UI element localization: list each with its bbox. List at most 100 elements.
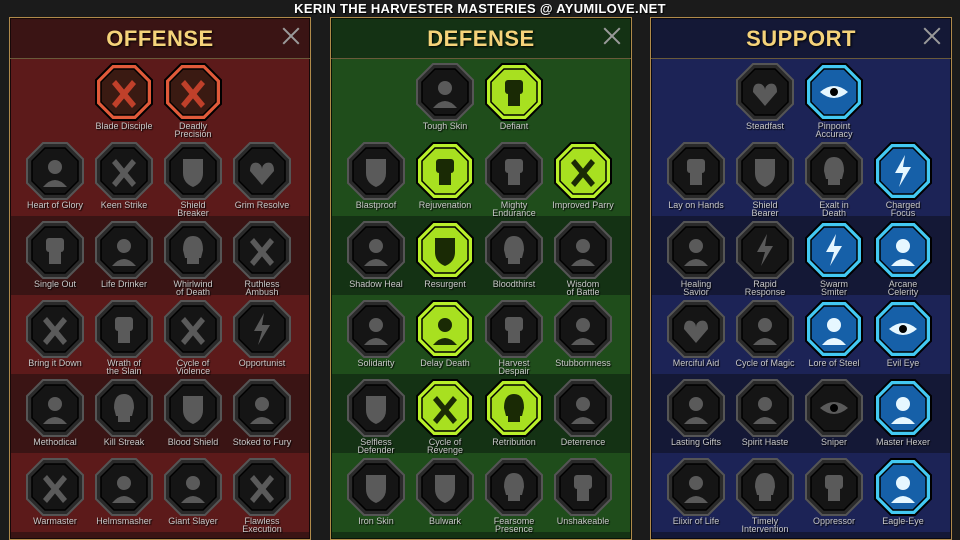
mastery-label: Wisdom of Battle [566,279,600,297]
mastery-node[interactable]: Arcane Celerity [870,220,936,300]
panel-title: DEFENSE [427,26,535,51]
mastery-node[interactable]: Helmsmasher [91,457,157,537]
compass-star-icon [667,379,725,437]
mastery-node[interactable]: Lore of Steel [801,299,867,379]
mastery-label: Blood Shield [167,437,219,447]
mastery-node[interactable]: Opportunist [229,299,295,379]
mastery-node[interactable]: Swarm Smiter [801,220,867,300]
mastery-label: Whirlwind of Death [173,279,213,297]
mastery-node[interactable]: Blastproof [343,141,409,221]
mastery-node[interactable]: Blood Shield [160,378,226,458]
mastery-node[interactable]: Grim Resolve [229,141,295,221]
mastery-node[interactable]: Shadow Heal [343,220,409,300]
mastery-node[interactable]: Stubbornness [550,299,616,379]
strongman-icon [485,142,543,200]
mastery-node[interactable]: Wisdom of Battle [550,220,616,300]
mastery-node[interactable]: Heart of Glory [22,141,88,221]
mastery-node[interactable]: Steadfast [732,62,798,142]
crossed-blades-icon [554,142,612,200]
mastery-node[interactable]: Cycle of Violence [160,299,226,379]
chain-bolt-icon [233,300,291,358]
mastery-node[interactable]: Delay Death [412,299,478,379]
mastery-node[interactable]: Ruthless Ambush [229,220,295,300]
mastery-label: Cycle of Violence [175,358,211,376]
axe-icon [164,300,222,358]
mastery-node[interactable]: Eagle-Eye [870,457,936,537]
mastery-node[interactable]: Lasting Gifts [663,378,729,458]
mastery-node[interactable]: Healing Savior [663,220,729,300]
mastery-node[interactable]: Elixir of Life [663,457,729,537]
mastery-node[interactable]: Single Out [22,220,88,300]
sword-down-icon [26,300,84,358]
mastery-node[interactable]: Master Hexer [870,378,936,458]
mastery-node[interactable]: Spirit Haste [732,378,798,458]
mastery-node[interactable]: Charged Focus [870,141,936,221]
mastery-node[interactable]: Blade Disciple [91,62,157,142]
mastery-node[interactable]: Wrath of the Slain [91,299,157,379]
mastery-node[interactable]: Oppressor [801,457,867,537]
mastery-node[interactable]: Flawless Execution [229,457,295,537]
bull-icon [554,300,612,358]
mastery-node[interactable]: Rapid Response [732,220,798,300]
mastery-node[interactable]: Solidarity [343,299,409,379]
mastery-node[interactable]: Shield Bearer [732,141,798,221]
mastery-node[interactable]: Deterrence [550,378,616,458]
mastery-node[interactable]: Pinpoint Accuracy [801,62,867,142]
mastery-label: Wrath of the Slain [106,358,142,376]
mastery-node[interactable]: Cycle of Revenge [412,378,478,458]
mastery-node[interactable]: Keen Strike [91,141,157,221]
mastery-node[interactable]: Improved Parry [550,141,616,221]
mastery-node[interactable]: Exalt in Death [801,141,867,221]
open-hand-icon [485,300,543,358]
mastery-node[interactable]: Life Drinker [91,220,157,300]
mastery-node[interactable]: Bulwark [412,457,478,537]
skull-icon [95,379,153,437]
mastery-node[interactable]: Shield Breaker [160,141,226,221]
mastery-node[interactable]: Giant Slayer [160,457,226,537]
mastery-node[interactable]: Iron Skin [343,457,409,537]
mastery-node[interactable]: Bring it Down [22,299,88,379]
close-button[interactable] [921,25,943,47]
chained-heart-icon [667,300,725,358]
mastery-node[interactable]: Evil Eye [870,299,936,379]
mastery-node[interactable]: Cycle of Magic [732,299,798,379]
mastery-node[interactable]: Rejuvenation [412,141,478,221]
mastery-node[interactable]: Methodical [22,378,88,458]
mastery-node[interactable]: Stoked to Fury [229,378,295,458]
mastery-node[interactable]: Retribution [481,378,547,458]
mastery-node[interactable]: Merciful Aid [663,299,729,379]
horned-warrior-icon [26,142,84,200]
mastery-node[interactable]: Bloodthirst [481,220,547,300]
mastery-label: Grim Resolve [234,200,290,210]
mastery-node[interactable]: Lay on Hands [663,141,729,221]
mastery-label: Ruthless Ambush [244,279,280,297]
mastery-node[interactable]: Warmaster [22,457,88,537]
mastery-label: Lasting Gifts [670,437,722,447]
evil-eye-icon [874,300,932,358]
mastery-node[interactable]: Timely Intervention [732,457,798,537]
mastery-node[interactable]: Sniper [801,378,867,458]
raised-fist-icon [485,63,543,121]
mastery-node[interactable]: Fearsome Presence [481,457,547,537]
close-button[interactable] [280,25,302,47]
mastery-label: Swarm Smiter [819,279,848,297]
mastery-node[interactable]: Mighty Endurance [481,141,547,221]
mastery-node[interactable]: Unshakeable [550,457,616,537]
mastery-node[interactable]: Resurgent [412,220,478,300]
mastery-node[interactable]: Harvest Despair [481,299,547,379]
mastery-node[interactable]: Whirlwind of Death [160,220,226,300]
mastery-label: Shadow Heal [349,279,403,289]
mastery-node[interactable]: Tough Skin [412,62,478,142]
close-button[interactable] [601,25,623,47]
shield-runner-icon [347,379,405,437]
mastery-node[interactable]: Selfless Defender [343,378,409,458]
crowd-icon [347,300,405,358]
healing-hand-icon [416,142,474,200]
mastery-label: Shield Breaker [177,200,209,218]
mastery-node[interactable]: Defiant [481,62,547,142]
savior-icon [667,221,725,279]
mastery-label: Elixir of Life [672,516,720,526]
mastery-node[interactable]: Deadly Precision [160,62,226,142]
tower-shield-icon [416,458,474,516]
mastery-node[interactable]: Kill Streak [91,378,157,458]
